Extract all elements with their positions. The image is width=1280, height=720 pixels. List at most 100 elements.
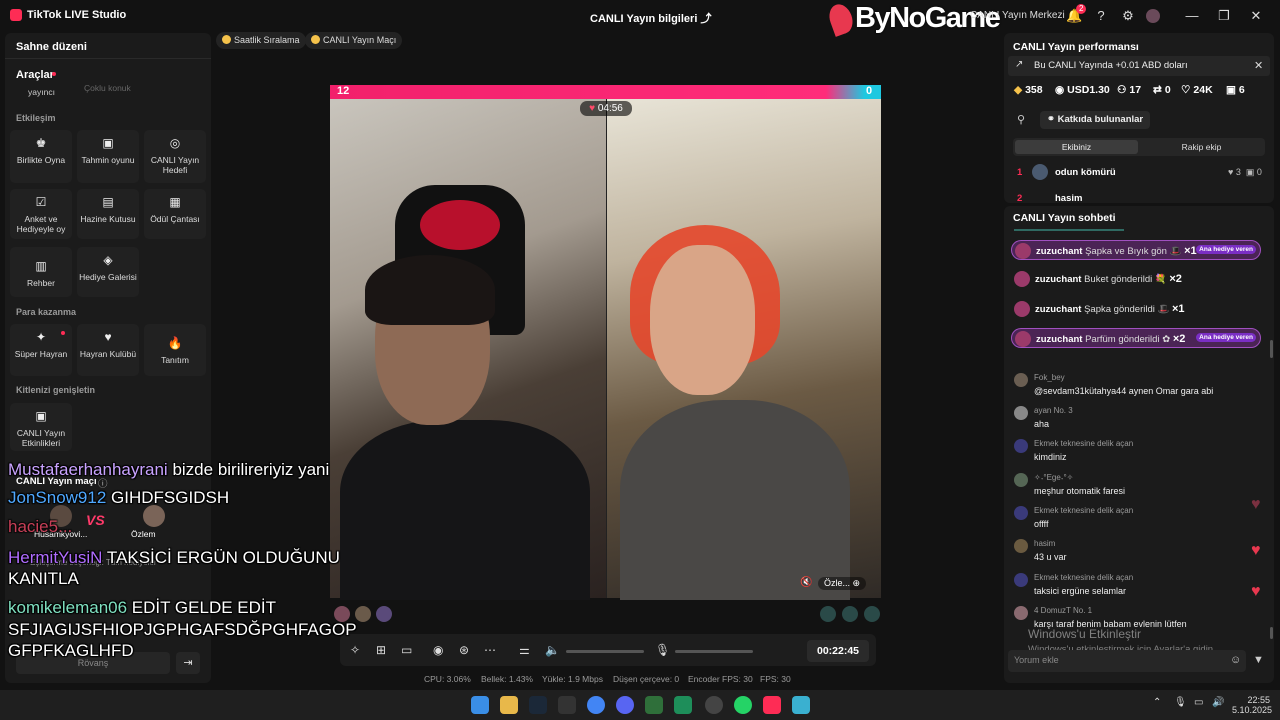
- live-info-button[interactable]: CANLI Yayın bilgileri ⤴: [590, 10, 711, 26]
- gift-mult: ×1: [1172, 303, 1185, 315]
- settings-gear-icon[interactable]: ⚙: [1120, 8, 1136, 24]
- xbox-icon[interactable]: [645, 696, 663, 714]
- profile-avatar[interactable]: [1146, 9, 1160, 23]
- guest-label[interactable]: Özle... ⊕: [818, 577, 867, 590]
- chat-user: ✧˖°Ege˖°✧: [1034, 473, 1074, 482]
- comment-input[interactable]: Yorum ekle: [1008, 650, 1246, 672]
- volume-icon[interactable]: 🔊: [1212, 697, 1224, 708]
- contributors-button[interactable]: ⚭ Katkıda bulunanlar: [1040, 111, 1151, 129]
- viewer-avatar: [355, 606, 371, 622]
- tool-partial-label[interactable]: yayıncı: [28, 87, 55, 97]
- gift-user-avatar: [1014, 271, 1030, 287]
- filter-icon[interactable]: ▼: [1253, 654, 1264, 666]
- speaker-volume-slider[interactable]: [566, 650, 644, 653]
- windows-start-icon[interactable]: [471, 696, 489, 714]
- exit-match-icon[interactable]: ⇥: [176, 652, 200, 674]
- app-icon-3[interactable]: [792, 696, 810, 714]
- user-avatar: [1014, 439, 1028, 453]
- emoji-icon[interactable]: ☺: [1230, 654, 1241, 666]
- gift-user: zuzuchant: [1036, 246, 1083, 257]
- mic-tray-icon[interactable]: 🎙: [1174, 697, 1187, 708]
- match-timer: ♥ 04:56: [580, 101, 632, 116]
- viewers-icon: ⚇: [1117, 84, 1127, 96]
- tool-promote[interactable]: 🔥 Tanıtım: [144, 324, 206, 376]
- effects-icon[interactable]: ✧: [350, 643, 360, 657]
- overlay-line: KANITLA: [8, 569, 79, 589]
- speaker-muted-icon[interactable]: 🔈: [545, 643, 560, 657]
- tool-live-goal[interactable]: ◎ CANLI Yayın Hedefi: [144, 130, 206, 183]
- scroll-hint: [1014, 229, 1124, 231]
- scrollbar[interactable]: [1270, 627, 1273, 639]
- settings-icon[interactable]: [705, 696, 723, 714]
- live-match-chip[interactable]: CANLI Yayın Maçı: [305, 32, 403, 49]
- tool-reward-bag[interactable]: ▦ Ödül Çantası: [144, 189, 206, 239]
- tray-chevron-icon[interactable]: ⌃: [1153, 697, 1161, 708]
- tab-our-team[interactable]: Ekibiniz: [1015, 140, 1138, 154]
- chat-text: 43 u var: [1034, 552, 1067, 562]
- cpu-stat: CPU: 3.06%: [424, 674, 471, 684]
- add-user-icon[interactable]: ⚲: [1017, 113, 1025, 126]
- scrollbar[interactable]: [1270, 340, 1273, 358]
- screen-icon[interactable]: ▭: [401, 643, 412, 657]
- tool-label: Tanıtım: [161, 355, 189, 365]
- tool-guess-game[interactable]: ▣ Tahmin oyunu: [77, 130, 139, 183]
- chrome-icon[interactable]: [587, 696, 605, 714]
- tool-play-together[interactable]: ♚ Birlikte Oyna: [10, 130, 72, 183]
- discord-icon[interactable]: [616, 696, 634, 714]
- scene-layout-heading[interactable]: Sahne düzeni: [16, 41, 87, 53]
- maximize-icon[interactable]: ❐: [1216, 8, 1232, 24]
- split-divider: [606, 99, 607, 598]
- viewer-avatar: [376, 606, 392, 622]
- tab-rival-team[interactable]: Rakip ekip: [1140, 140, 1263, 154]
- dropped-frames-stat: Düşen çerçeve: 0: [613, 674, 680, 684]
- whatsapp-icon[interactable]: [734, 696, 752, 714]
- stat-value: USD1.30: [1067, 84, 1110, 96]
- help-icon[interactable]: ?: [1093, 8, 1109, 24]
- close-icon[interactable]: ✕: [1248, 8, 1264, 24]
- earnings-notice: Bu CANLI Yayında +0.01 ABD doları: [1008, 56, 1270, 76]
- app-icon-2[interactable]: [674, 696, 692, 714]
- tiktok-icon[interactable]: [763, 696, 781, 714]
- tool-partial-label-2[interactable]: Çoklu konuk: [84, 83, 131, 93]
- gift-user: zuzuchant: [1036, 334, 1083, 345]
- app-icon[interactable]: [558, 696, 576, 714]
- link-icon: ⚭: [1047, 114, 1055, 125]
- microphone-icon[interactable]: 🎙: [655, 643, 670, 657]
- live-center-link[interactable]: CANLI Yayın Merkezi: [970, 10, 1065, 21]
- minimize-icon[interactable]: —: [1184, 8, 1200, 24]
- overlay-line: HermitYusiN TAKSİCİ ERGÜN OLDUĞUNU: [8, 548, 340, 568]
- capture-icon[interactable]: ⊛: [459, 643, 469, 657]
- mute-icon[interactable]: 🔇: [800, 577, 812, 588]
- mic-volume-slider[interactable]: [675, 650, 753, 653]
- overlay-text: GIHDFSGIDSH: [111, 488, 230, 507]
- vs-icon: VS: [86, 512, 105, 528]
- layout-icon[interactable]: ⊞: [376, 643, 386, 657]
- contributor-stats: ♥ 3 ▣ 0: [1228, 167, 1262, 177]
- mixer-icon[interactable]: ⚌: [519, 643, 530, 657]
- score-left: 12: [337, 85, 350, 97]
- hourly-ranking-chip[interactable]: Saatlik Sıralama: [216, 32, 306, 49]
- tool-live-events[interactable]: ▣ CANLI Yayın Etkinlikleri: [10, 403, 72, 451]
- clock[interactable]: 22:55 5.10.2025: [1232, 695, 1272, 715]
- gift-text: Parfüm gönderildi: [1085, 334, 1160, 345]
- file-explorer-icon[interactable]: [500, 696, 518, 714]
- overlay-line: hacie5...: [8, 517, 72, 537]
- user-avatar: [1014, 373, 1028, 387]
- tool-poll[interactable]: ☑ Anket ve Hediyeyle oy: [10, 189, 72, 239]
- more-icon[interactable]: ⋯: [484, 643, 496, 657]
- network-icon[interactable]: ▭: [1194, 697, 1203, 708]
- match-score-bar: [330, 85, 881, 99]
- perfume-icon: ✿: [1162, 334, 1171, 345]
- tool-gift-gallery[interactable]: ◈ Hediye Galerisi: [77, 247, 139, 297]
- record-icon[interactable]: ◉: [433, 643, 443, 657]
- gift-icon: ▣: [1226, 84, 1236, 96]
- fps-stat: FPS: 30: [760, 674, 791, 684]
- steam-icon[interactable]: [529, 696, 547, 714]
- interaction-section: Etkileşim: [16, 113, 56, 123]
- tool-treasure-box[interactable]: ▤ Hazine Kutusu: [77, 189, 139, 239]
- tool-fan-club[interactable]: ♥ Hayran Kulübü: [77, 324, 139, 376]
- money-icon: ◉: [1055, 84, 1065, 96]
- notice-close-icon[interactable]: ✕: [1254, 59, 1263, 72]
- gallery-icon: ◈: [103, 253, 113, 267]
- tool-guide[interactable]: ▥ Rehber: [10, 247, 72, 297]
